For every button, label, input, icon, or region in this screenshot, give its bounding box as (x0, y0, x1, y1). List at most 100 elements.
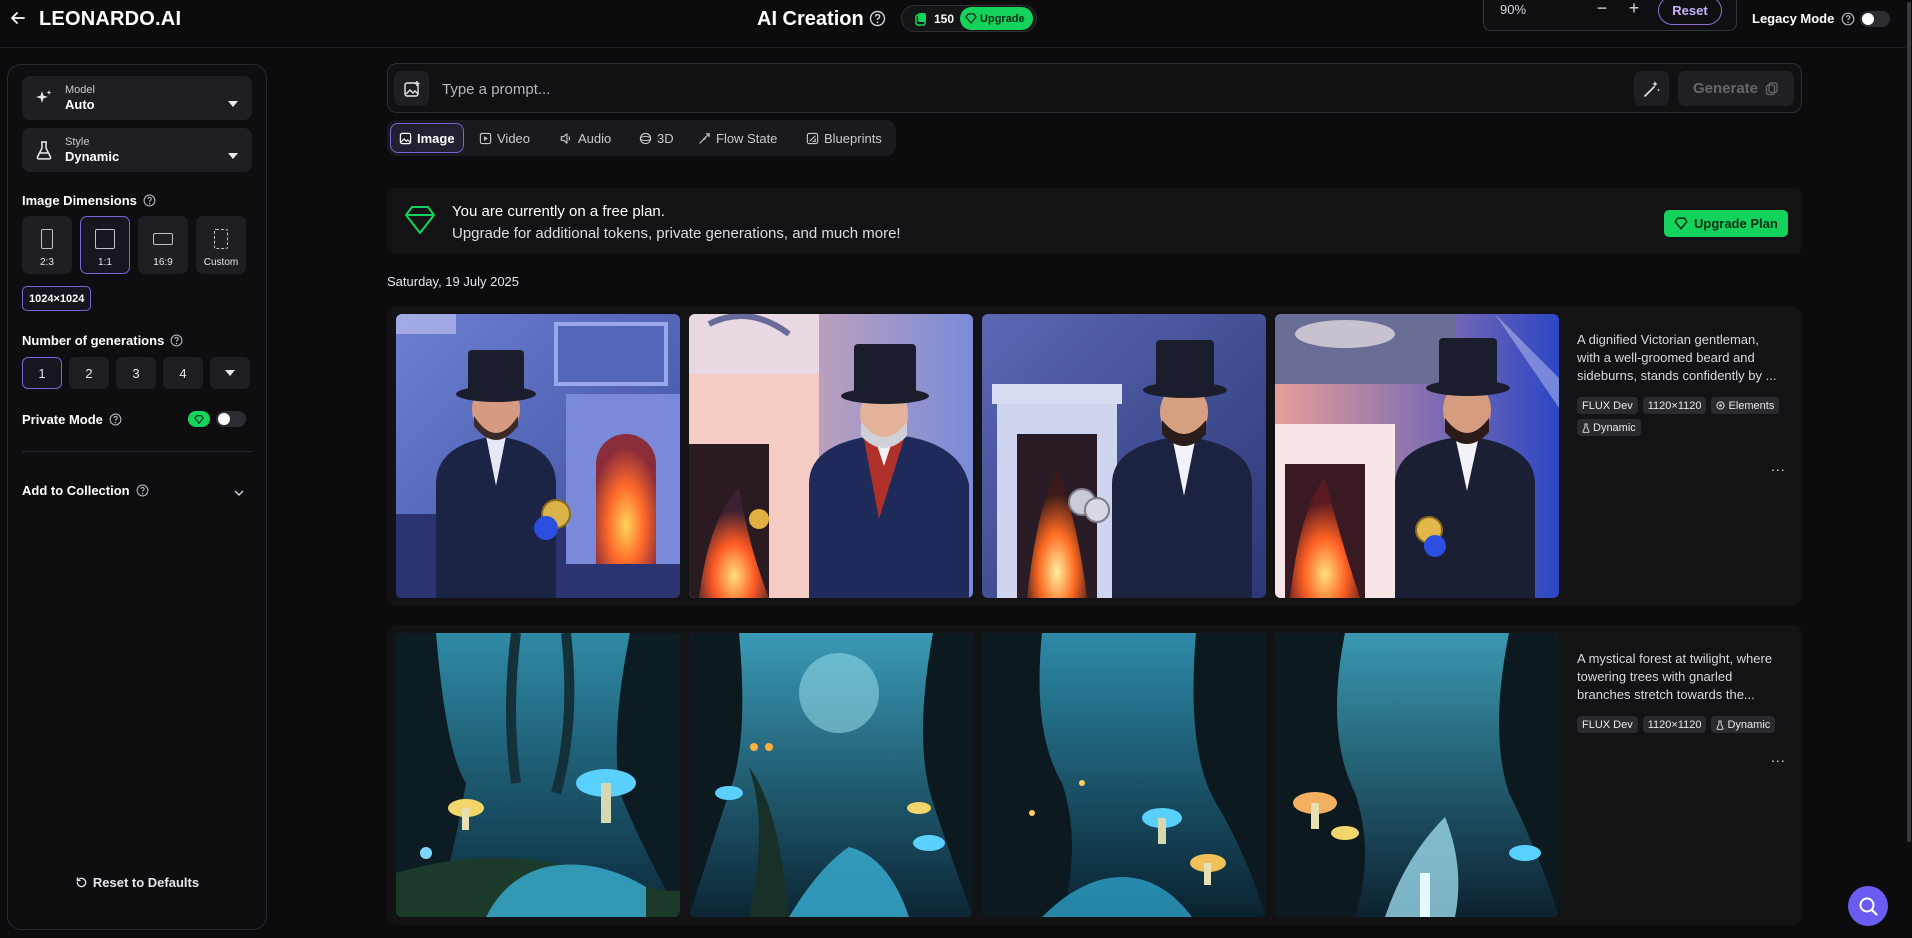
chevron-down-icon[interactable] (234, 483, 244, 501)
style-select[interactable]: Style Dynamic (22, 128, 252, 172)
generations-4-button[interactable]: 4 (163, 357, 203, 389)
reset-to-defaults-button[interactable]: Reset to Defaults (8, 875, 266, 890)
premium-gem-icon (188, 411, 210, 427)
tab-image[interactable]: Image (390, 123, 464, 153)
style-tag: Dynamic (1711, 716, 1776, 733)
resolution-tag: 1120×1120 (1642, 716, 1707, 733)
magic-wand-icon (1643, 80, 1660, 97)
gem-icon (405, 206, 435, 234)
model-select[interactable]: Model Auto (22, 76, 252, 120)
help-icon[interactable] (143, 194, 156, 207)
search-help-button[interactable] (1848, 886, 1888, 926)
dimension-1-1-button[interactable]: 1:1 (80, 216, 130, 274)
generated-image[interactable] (396, 314, 680, 598)
legacy-mode-toggle[interactable] (1860, 11, 1890, 27)
description-line: branches stretch towards the... (1577, 687, 1755, 702)
legacy-help-icon[interactable] (1841, 12, 1855, 31)
tab-3d[interactable]: 3D (631, 123, 682, 153)
tab-label: Blueprints (824, 130, 882, 146)
zoom-in-button[interactable]: + (1624, 0, 1644, 18)
private-mode-label: Private Mode (22, 412, 103, 427)
image-dimensions-heading: Image Dimensions (22, 193, 156, 208)
token-icon (1765, 81, 1778, 95)
dimension-label: 16:9 (153, 257, 173, 268)
model-value: Auto (65, 97, 95, 112)
image-add-icon (403, 80, 419, 97)
generated-image[interactable] (689, 314, 973, 598)
resolution-badge[interactable]: 1024×1024 (22, 286, 92, 311)
generated-image[interactable] (689, 633, 973, 917)
generation-description[interactable]: A dignified Victorian gentleman, with a … (1577, 331, 1792, 385)
image-icon (399, 132, 412, 144)
description-line: A dignified Victorian gentleman, (1577, 332, 1759, 347)
tab-label: Image (417, 130, 455, 146)
token-icon (915, 12, 926, 26)
flask-icon (1582, 423, 1590, 433)
generate-label: Generate (1692, 80, 1759, 97)
video-icon (479, 132, 492, 144)
scrollbar-thumb[interactable] (1907, 2, 1911, 842)
generation-tags: FLUX Dev 1120×1120 Dynamic (1577, 716, 1792, 733)
image-upload-button[interactable] (394, 71, 429, 106)
generated-image[interactable] (982, 633, 1266, 917)
tab-flow-state[interactable]: Flow State (690, 123, 785, 153)
generations-3-button[interactable]: 3 (116, 357, 156, 389)
help-icon[interactable] (869, 10, 886, 32)
description-line: A mystical forest at twilight, where (1577, 651, 1773, 666)
elements-tag: Elements (1711, 397, 1780, 414)
zoom-out-button[interactable]: − (1592, 0, 1612, 18)
generated-image[interactable] (982, 314, 1266, 598)
banner-title: You are currently on a free plan. (452, 203, 665, 220)
style-label: Style (65, 136, 90, 148)
blueprint-icon (806, 132, 819, 144)
generation-description[interactable]: A mystical forest at twilight, where tow… (1577, 650, 1792, 704)
dimension-2-3-button[interactable]: 2:3 (22, 216, 72, 274)
generate-button[interactable]: Generate (1678, 71, 1794, 106)
feed-date: Saturday, 19 July 2025 (387, 274, 520, 289)
token-balance[interactable]: 150 Upgrade (901, 5, 1037, 32)
zoom-reset-button[interactable]: Reset (1658, 0, 1722, 25)
generations-2-button[interactable]: 2 (69, 357, 109, 389)
help-icon[interactable] (136, 484, 149, 497)
prompt-enhance-button[interactable] (1634, 71, 1669, 106)
upgrade-plan-button[interactable]: Upgrade Plan (1664, 210, 1788, 237)
upgrade-button[interactable]: Upgrade (960, 7, 1033, 30)
generations-more-button[interactable] (210, 357, 250, 389)
model-tag: FLUX Dev (1577, 716, 1638, 733)
more-options-button[interactable]: ... (1771, 749, 1786, 765)
upgrade-label: Upgrade (980, 12, 1025, 25)
add-to-collection-heading[interactable]: Add to Collection (22, 483, 149, 498)
private-mode-toggle[interactable] (216, 411, 246, 427)
style-tag: Dynamic (1577, 419, 1641, 436)
zoom-value: 90% (1500, 2, 1527, 17)
generations-1-button[interactable]: 1 (22, 357, 62, 389)
more-options-button[interactable]: ... (1771, 458, 1786, 474)
generated-image[interactable] (1275, 633, 1559, 917)
resolution-tag: 1120×1120 (1642, 397, 1707, 414)
gem-icon (965, 13, 977, 24)
description-line: with a well-groomed beard and (1577, 350, 1755, 365)
caret-down-icon (225, 370, 235, 376)
prompt-input[interactable] (442, 78, 1542, 100)
style-value: Dynamic (65, 149, 120, 164)
tab-blueprints[interactable]: Blueprints (798, 123, 890, 153)
upgrade-plan-label: Upgrade Plan (1694, 216, 1778, 231)
description-line: sideburns, stands confidently by ... (1577, 368, 1777, 383)
tab-audio[interactable]: Audio (551, 123, 619, 153)
portrait-icon (41, 229, 53, 249)
generated-image[interactable] (396, 633, 680, 917)
flask-icon (1716, 720, 1725, 730)
audio-icon (560, 132, 571, 144)
tab-video[interactable]: Video (471, 123, 538, 153)
logo[interactable]: LEONARDO.AI (39, 8, 181, 31)
description-line: towering trees with gnarled (1577, 669, 1733, 684)
back-arrow-icon[interactable] (8, 8, 28, 28)
dimension-16-9-button[interactable]: 16:9 (138, 216, 188, 274)
generated-image[interactable] (1275, 314, 1559, 598)
help-icon[interactable] (170, 334, 183, 347)
dimension-custom-button[interactable]: Custom (196, 216, 246, 274)
generations-label: Number of generations (22, 333, 165, 348)
page-title: AI Creation (757, 8, 864, 30)
tag-label: Elements (1728, 399, 1775, 412)
help-icon[interactable] (109, 413, 122, 426)
